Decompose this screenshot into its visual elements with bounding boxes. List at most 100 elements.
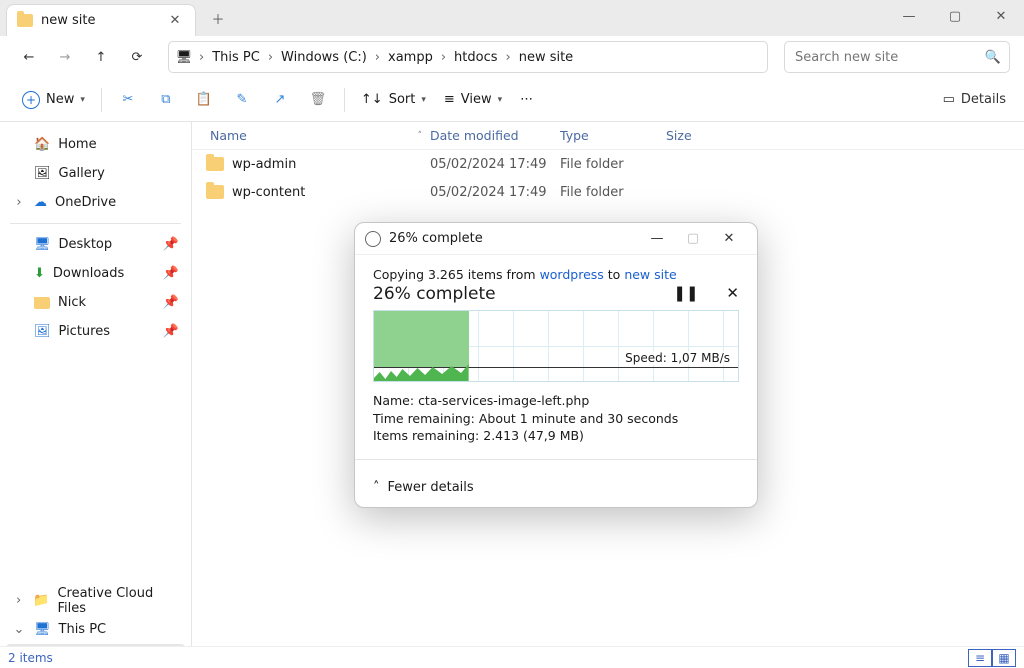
- sidebar-item-label: Gallery: [59, 166, 105, 181]
- close-button[interactable]: ✕: [711, 227, 747, 251]
- copy-button[interactable]: ⧉: [148, 84, 184, 116]
- search-icon[interactable]: 🔍: [985, 50, 1001, 65]
- back-button[interactable]: ←: [14, 42, 44, 72]
- sort-icon: ↑↓: [361, 92, 383, 107]
- speed-label: Speed: 1,07 MB/s: [623, 351, 732, 365]
- link-dest[interactable]: new site: [624, 267, 676, 282]
- chevron-down-icon[interactable]: ⌄: [12, 622, 26, 637]
- new-button[interactable]: + New ▾: [14, 84, 93, 116]
- table-row[interactable]: wp-content 05/02/2024 17:49 File folder: [192, 178, 1024, 206]
- sidebar-item-this-pc[interactable]: ⌄🖥This PC: [6, 615, 185, 644]
- copy-progress-dialog: 26% complete — ▢ ✕ Copying 3.265 items f…: [354, 222, 758, 508]
- tab-title: new site: [41, 13, 95, 28]
- sidebar: 🏠Home 🖼Gallery ›☁OneDrive 🖥Desktop📌 ⬇Dow…: [0, 122, 192, 646]
- folder-icon: [17, 14, 33, 27]
- status-bar: 2 items ≡ ▦: [0, 646, 1024, 668]
- sidebar-item-creative-cloud[interactable]: ›📁Creative Cloud Files: [6, 586, 185, 615]
- pin-icon: 📌: [163, 324, 179, 339]
- sidebar-item-desktop[interactable]: 🖥 Desktop 📌: [6, 230, 185, 259]
- separator: [10, 223, 181, 224]
- details-layout-button[interactable]: ≡: [968, 649, 992, 667]
- cut-button[interactable]: ✂: [110, 84, 146, 116]
- details-pane-button[interactable]: ▭ Details: [943, 92, 1010, 107]
- kv-label: Time remaining:: [373, 411, 479, 426]
- sidebar-item-nick[interactable]: Nick📌: [6, 288, 185, 317]
- chevron-right-icon[interactable]: ›: [504, 50, 513, 65]
- crumb-htdocs[interactable]: htdocs: [448, 50, 503, 65]
- percent-complete: 26% complete: [373, 284, 496, 304]
- row-name: wp-content: [232, 185, 305, 200]
- close-tab-button[interactable]: ✕: [165, 11, 185, 31]
- table-row[interactable]: wp-admin 05/02/2024 17:49 File folder: [192, 150, 1024, 178]
- refresh-button[interactable]: ⟳: [122, 42, 152, 72]
- paste-button[interactable]: 📋: [186, 84, 222, 116]
- cloud-icon: ☁: [34, 195, 47, 210]
- breadcrumb[interactable]: 🖥 › This PC › Windows (C:) › xampp › htd…: [168, 41, 768, 73]
- chevron-down-icon: ▾: [421, 95, 426, 105]
- sidebar-item-pictures[interactable]: 🖼Pictures📌: [6, 317, 185, 346]
- throughput-chart: Speed: 1,07 MB/s: [373, 310, 739, 382]
- sidebar-item-home[interactable]: 🏠Home: [6, 130, 185, 159]
- pause-button[interactable]: ❚❚: [673, 284, 698, 302]
- rename-button[interactable]: ✎: [224, 84, 260, 116]
- cancel-button[interactable]: ✕: [726, 284, 739, 302]
- chevron-right-icon[interactable]: ›: [439, 50, 448, 65]
- separator: [344, 88, 345, 112]
- column-header-date[interactable]: Date modified: [430, 128, 560, 143]
- share-button[interactable]: ↗: [262, 84, 298, 116]
- sidebar-item-onedrive[interactable]: ›☁OneDrive: [6, 188, 185, 217]
- column-label: Name: [210, 128, 247, 143]
- maximize-button[interactable]: ▢: [932, 0, 978, 32]
- new-tab-button[interactable]: ＋: [204, 4, 232, 32]
- minimize-button[interactable]: —: [639, 227, 675, 251]
- copy-summary: Copying 3.265 items from wordpress to ne…: [373, 267, 739, 282]
- view-button[interactable]: ≡ View ▾: [436, 92, 510, 107]
- home-icon: 🏠: [34, 137, 50, 152]
- column-header-type[interactable]: Type: [560, 128, 666, 143]
- crumb-this-pc[interactable]: This PC: [206, 50, 266, 65]
- sidebar-item-gallery[interactable]: 🖼 Gallery: [6, 159, 185, 188]
- plus-circle-icon: +: [22, 91, 40, 109]
- sidebar-item-downloads[interactable]: ⬇Downloads📌: [6, 259, 185, 288]
- chevron-right-icon[interactable]: ›: [373, 50, 382, 65]
- delete-button[interactable]: 🗑: [300, 84, 336, 116]
- row-date: 05/02/2024 17:49: [430, 185, 560, 200]
- crumb-xampp[interactable]: xampp: [382, 50, 439, 65]
- crumb-newsite[interactable]: new site: [513, 50, 579, 65]
- window-tab[interactable]: new site ✕: [6, 4, 196, 36]
- kv-value: cta-services-image-left.php: [418, 393, 589, 408]
- crumb-winc[interactable]: Windows (C:): [275, 50, 373, 65]
- sidebar-item-windows-c[interactable]: ›💽Windows (C:): [6, 644, 185, 646]
- pin-icon: 📌: [163, 237, 179, 252]
- forward-button[interactable]: →: [50, 42, 80, 72]
- download-icon: ⬇: [34, 266, 45, 281]
- sidebar-item-label: Desktop: [59, 237, 113, 252]
- title-bar: new site ✕ ＋ — ▢ ✕: [0, 0, 1024, 36]
- chevron-right-icon[interactable]: ›: [197, 50, 206, 65]
- close-window-button[interactable]: ✕: [978, 0, 1024, 32]
- chevron-right-icon[interactable]: ›: [266, 50, 275, 65]
- sidebar-item-label: Pictures: [59, 324, 110, 339]
- link-source[interactable]: wordpress: [540, 267, 604, 282]
- sort-button[interactable]: ↑↓ Sort ▾: [353, 92, 434, 107]
- chevron-right-icon[interactable]: ›: [12, 195, 26, 210]
- fewer-label: Fewer details: [388, 480, 474, 495]
- column-header-name[interactable]: Name˄: [206, 128, 430, 143]
- search-input[interactable]: [793, 49, 985, 66]
- up-button[interactable]: ↑: [86, 42, 116, 72]
- gallery-icon: 🖼: [34, 166, 51, 181]
- maximize-button[interactable]: ▢: [675, 227, 711, 251]
- kv-value: About 1 minute and 30 seconds: [479, 411, 678, 426]
- minimize-button[interactable]: —: [886, 0, 932, 32]
- details-label: Details: [961, 92, 1006, 107]
- sidebar-item-label: Nick: [58, 295, 86, 310]
- chevron-right-icon[interactable]: ›: [12, 593, 25, 608]
- column-header-size[interactable]: Size: [666, 128, 746, 143]
- desktop-icon: 🖥: [34, 237, 51, 252]
- more-button[interactable]: ⋯: [512, 92, 541, 107]
- dialog-titlebar[interactable]: 26% complete — ▢ ✕: [355, 223, 757, 255]
- search-box[interactable]: 🔍: [784, 41, 1010, 73]
- fewer-details-button[interactable]: ˄ Fewer details: [355, 470, 757, 507]
- tiles-layout-button[interactable]: ▦: [992, 649, 1016, 667]
- chevron-down-icon: ▾: [498, 95, 503, 105]
